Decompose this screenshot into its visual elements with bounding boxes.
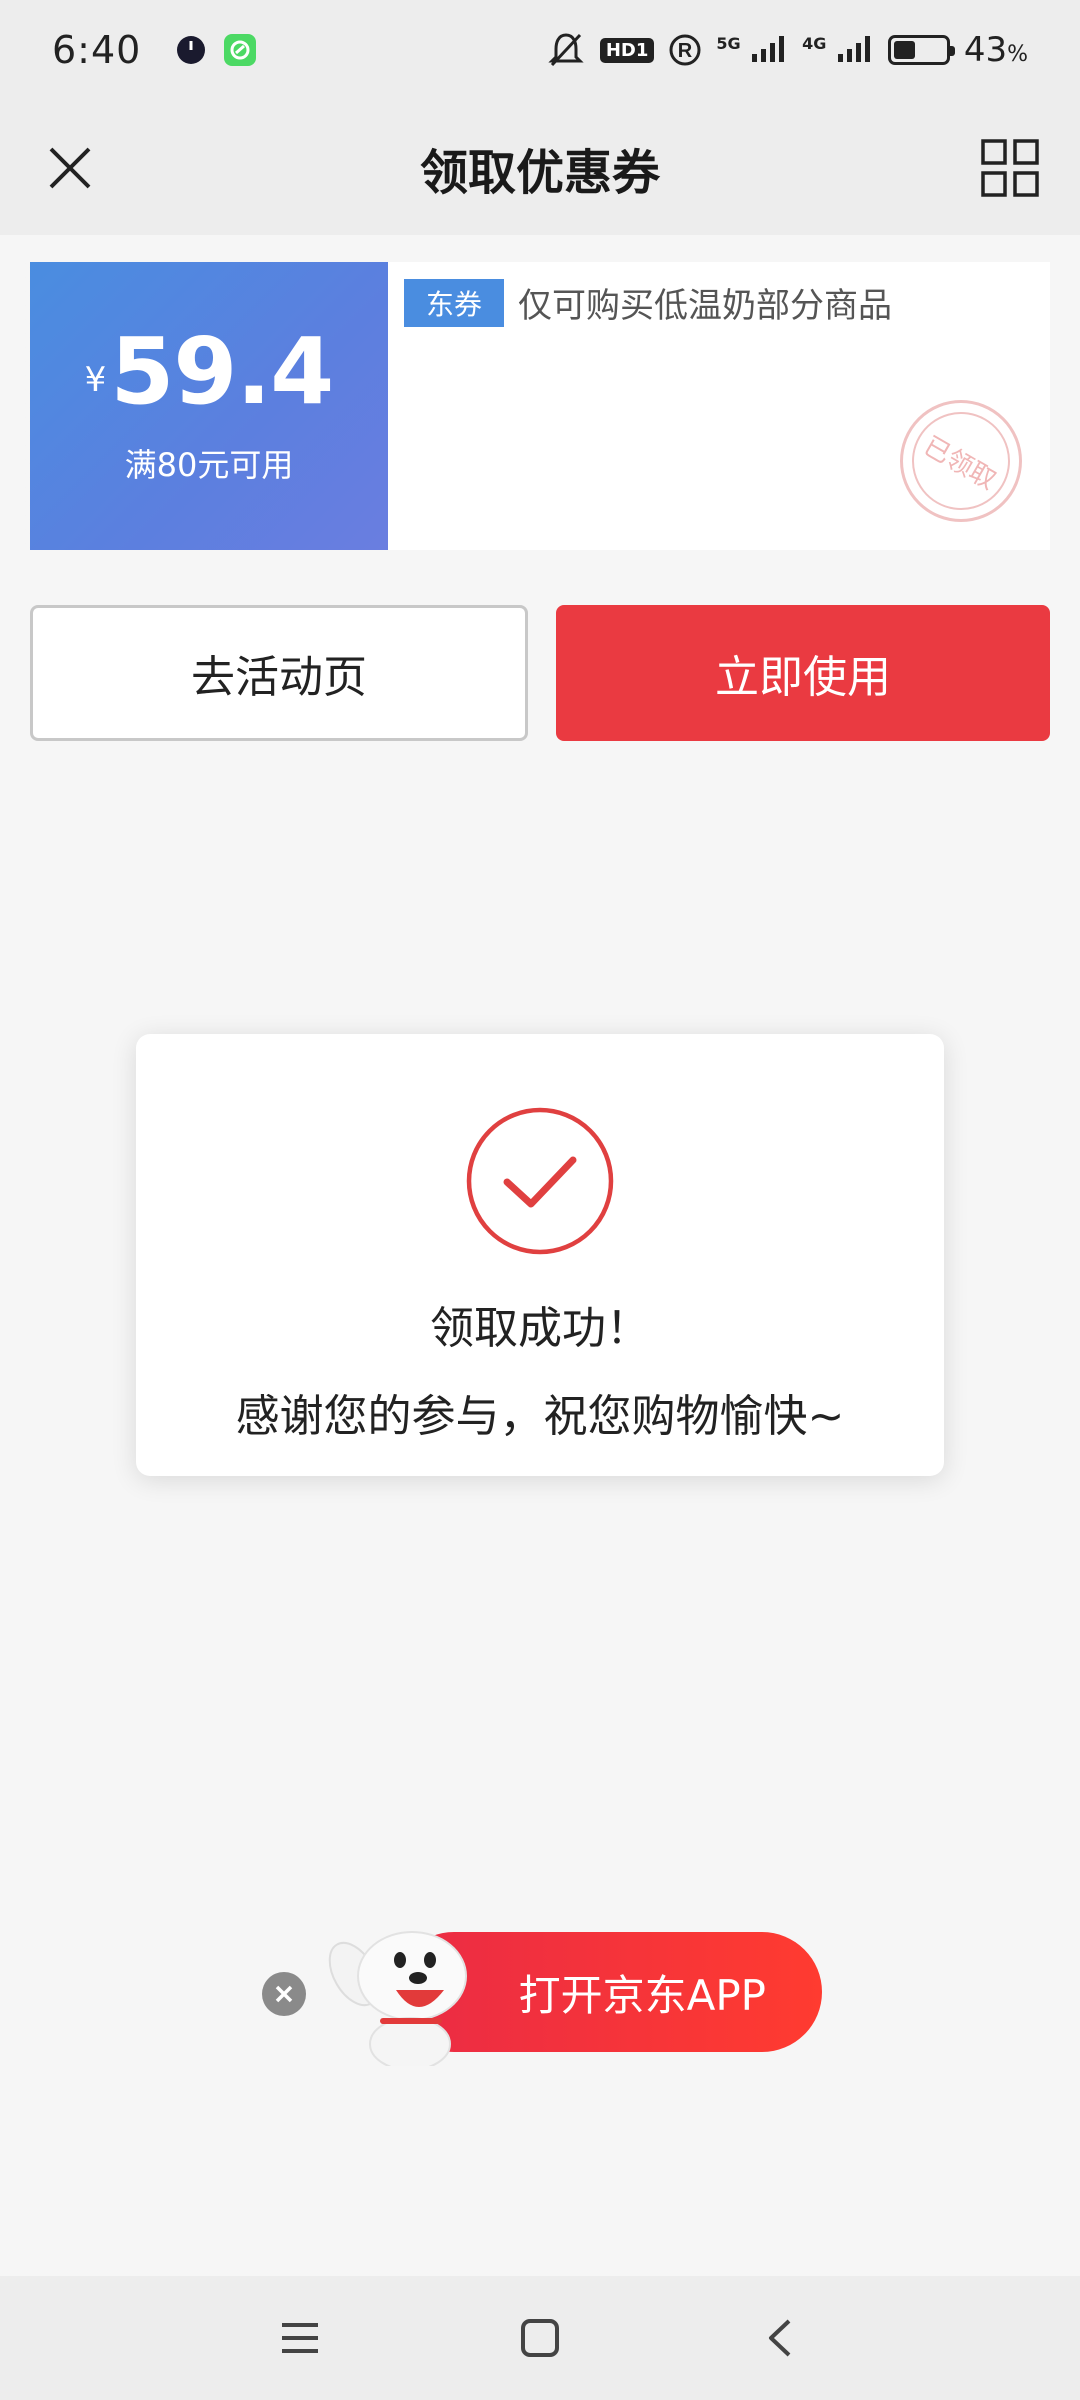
home-button[interactable] (510, 2308, 570, 2368)
check-circle-icon (466, 1107, 614, 1255)
dialog-message: 感谢您的参与，祝您购物愉快~ (235, 1391, 845, 1442)
close-icon (275, 1985, 293, 2003)
banner-close-button[interactable] (262, 1972, 306, 2016)
status-right: HD1 R 5G 4G 43% (546, 30, 1028, 71)
coupon-info-panel: 东券 仅可购买低温奶部分商品 已领取 (388, 262, 1050, 550)
clock-app-icon (177, 36, 206, 64)
registered-icon: R (669, 34, 701, 66)
claimed-stamp: 已领取 (894, 394, 1028, 528)
claimed-stamp-text: 已领取 (894, 394, 1028, 528)
home-icon (521, 2319, 559, 2357)
battery-level (893, 41, 916, 59)
green-app-icon (224, 34, 257, 66)
close-icon (49, 147, 91, 189)
grid-icon (981, 139, 1039, 197)
coupon-amount-row: ¥ 59.4 (84, 318, 335, 425)
success-dialog: 领取成功！ 感谢您的参与，祝您购物愉快~ (136, 1034, 944, 1476)
hd-badge: HD1 (599, 37, 655, 63)
signal-bars-icon (752, 35, 785, 62)
menu-icon (282, 2323, 318, 2353)
dialog-title: 领取成功！ (430, 1303, 650, 1354)
system-nav-bar (0, 2276, 1080, 2400)
page-title: 领取优惠券 (419, 144, 660, 201)
back-button[interactable] (750, 2308, 810, 2368)
back-icon (769, 2319, 791, 2357)
coupon-desc-row: 东券 仅可购买低温奶部分商品 (404, 278, 1034, 327)
go-activity-button[interactable]: 去活动页 (30, 605, 528, 741)
mute-icon (548, 33, 584, 67)
coupon-value-panel: ¥ 59.4 满80元可用 (24, 262, 388, 550)
status-time: 6:40 (52, 28, 142, 72)
currency-symbol: ¥ (84, 360, 107, 400)
joy-dog-mascot-icon (328, 1931, 467, 2066)
menu-button[interactable] (270, 2308, 330, 2368)
svg-text:R: R (678, 40, 693, 62)
coupon-description: 仅可购买低温奶部分商品 (518, 286, 893, 326)
signal-4g: 4G (802, 30, 874, 71)
status-notification-icons (175, 33, 257, 67)
nav-bar: 领取优惠券 (0, 100, 1080, 235)
open-app-banner: 打开京东APP (262, 1930, 822, 2066)
coupon-card: ¥ 59.4 满80元可用 东券 仅可购买低温奶部分商品 已领取 (24, 262, 1050, 550)
signal-5g: 5G (716, 30, 788, 71)
use-now-button[interactable]: 立即使用 (556, 605, 1050, 741)
more-button[interactable] (970, 128, 1050, 208)
battery-icon (887, 35, 955, 65)
coupon-condition: 满80元可用 (124, 446, 294, 484)
battery-percent: 43% (963, 30, 1028, 70)
coupon-amount: 59.4 (110, 318, 334, 425)
close-button[interactable] (30, 128, 110, 208)
status-bar: 6:40 HD1 R 5G 4G 43% (0, 0, 1080, 100)
signal-bars-icon-2 (837, 35, 870, 62)
coupon-type-badge: 东券 (404, 278, 505, 327)
